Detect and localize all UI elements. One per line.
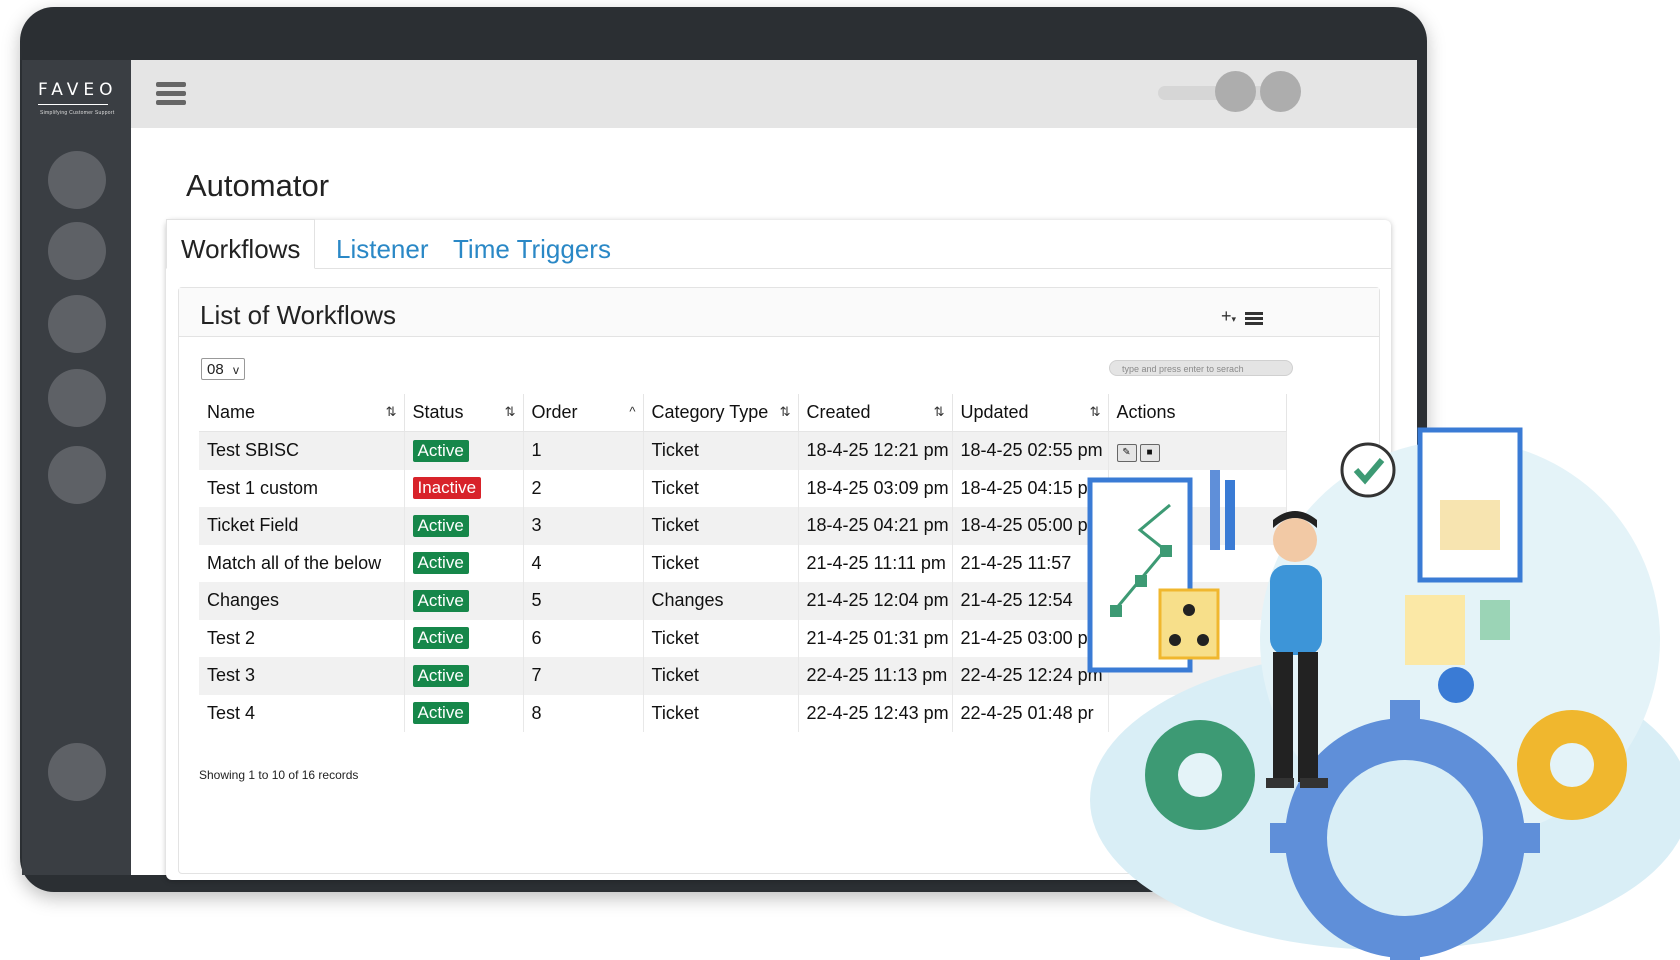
- sort-icon: ⇅: [504, 404, 516, 419]
- green-gear-icon: [1145, 720, 1255, 830]
- cell-created: 18-4-25 12:21 pm: [798, 431, 953, 470]
- cell-status: Active: [404, 507, 524, 545]
- cell-name: Test 3: [199, 657, 405, 695]
- app-tagline: Simplifying Customer Support: [40, 110, 115, 116]
- cell-status: Active: [404, 619, 524, 657]
- cell-order: 8: [523, 694, 644, 732]
- sidebar-item-2[interactable]: [48, 222, 106, 280]
- sort-ascending-icon: ^: [629, 404, 635, 419]
- app-logo: FAVEO: [38, 80, 118, 100]
- tab-time-triggers[interactable]: Time Triggers: [453, 220, 611, 268]
- sort-icon: ⇅: [933, 404, 945, 419]
- column-header-status[interactable]: Status ⇅: [404, 394, 524, 432]
- cell-created: 21-4-25 11:11 pm: [798, 544, 953, 582]
- sidebar-item-bottom[interactable]: [48, 743, 106, 801]
- cell-name: Changes: [199, 582, 405, 620]
- top-header: [131, 60, 1417, 128]
- status-badge: Active: [412, 589, 469, 612]
- cell-category: Ticket: [643, 544, 799, 582]
- checkmark-icon: [1340, 442, 1396, 498]
- tab-bar: Workflows Listener Time Triggers: [166, 219, 1391, 269]
- status-badge: Active: [412, 552, 469, 575]
- cell-category: Ticket: [643, 431, 799, 470]
- status-badge: Active: [412, 627, 469, 650]
- cell-order: 3: [523, 507, 644, 545]
- sidebar-item-1[interactable]: [48, 151, 106, 209]
- sidebar-item-5[interactable]: [48, 446, 106, 504]
- plus-dropdown-icon[interactable]: +▾: [1221, 306, 1236, 327]
- status-badge: Active: [412, 702, 469, 725]
- sort-icon: ⇅: [1089, 404, 1101, 419]
- sidebar-item-3[interactable]: [48, 295, 106, 353]
- cell-status: Inactive: [404, 469, 524, 507]
- cell-created: 22-4-25 12:43 pm: [798, 694, 953, 732]
- cell-created: 21-4-25 01:31 pm: [798, 619, 953, 657]
- status-badge: Active: [412, 664, 469, 687]
- sidebar-item-4[interactable]: [48, 369, 106, 427]
- column-header-category-type[interactable]: Category Type ⇅: [643, 394, 799, 432]
- search-input[interactable]: type and press enter to serach: [1109, 360, 1293, 376]
- hamburger-icon[interactable]: [156, 82, 186, 105]
- sort-icon: ⇅: [385, 404, 397, 419]
- cell-order: 5: [523, 582, 644, 620]
- cell-category: Changes: [643, 582, 799, 620]
- cell-created: 21-4-25 12:04 pm: [798, 582, 953, 620]
- cell-category: Ticket: [643, 657, 799, 695]
- page-size-select[interactable]: 08 v: [201, 358, 245, 380]
- cell-order: 7: [523, 657, 644, 695]
- cell-status: Active: [404, 694, 524, 732]
- cell-status: Active: [404, 657, 524, 695]
- cell-category: Ticket: [643, 694, 799, 732]
- column-header-created[interactable]: Created ⇅: [798, 394, 953, 432]
- cell-created: 18-4-25 04:21 pm: [798, 507, 953, 545]
- cell-name: Test 2: [199, 619, 405, 657]
- cell-created: 22-4-25 11:13 pm: [798, 657, 953, 695]
- hierarchy-icon: [1158, 588, 1220, 660]
- status-badge: Active: [412, 439, 469, 462]
- cell-order: 2: [523, 469, 644, 507]
- cell-name: Match all of the below: [199, 544, 405, 582]
- user-avatar[interactable]: [1260, 71, 1301, 112]
- records-summary: Showing 1 to 10 of 16 records: [199, 768, 359, 782]
- logo-divider: [38, 104, 108, 105]
- sort-icon: ⇅: [779, 404, 791, 419]
- panel-header: List of Workflows +▾: [179, 288, 1379, 337]
- automation-illustration: [1087, 427, 1680, 960]
- cell-order: 4: [523, 544, 644, 582]
- yellow-gear-icon: [1517, 710, 1627, 820]
- cell-status: Active: [404, 544, 524, 582]
- cell-name: Test 4: [199, 694, 405, 732]
- status-badge: Inactive: [412, 477, 482, 500]
- cell-order: 1: [523, 431, 644, 470]
- status-badge: Active: [412, 514, 469, 537]
- tab-workflows[interactable]: Workflows: [166, 219, 316, 269]
- column-header-order[interactable]: Order ^: [523, 394, 644, 432]
- cell-name: Ticket Field: [199, 507, 405, 545]
- cell-category: Ticket: [643, 469, 799, 507]
- arrow-up-icon: [1210, 470, 1235, 550]
- cell-status: Active: [404, 582, 524, 620]
- cell-name: Test 1 custom: [199, 469, 405, 507]
- sidebar: FAVEO Simplifying Customer Support: [22, 60, 131, 875]
- column-header-name[interactable]: Name ⇅: [199, 394, 405, 432]
- cell-category: Ticket: [643, 619, 799, 657]
- cell-order: 6: [523, 619, 644, 657]
- list-icon[interactable]: [1245, 310, 1263, 331]
- cell-name: Test SBISC: [199, 431, 405, 470]
- cell-category: Ticket: [643, 507, 799, 545]
- chart-panel-icon: [1417, 427, 1523, 583]
- cell-status: Active: [404, 431, 524, 470]
- chevron-down-icon: v: [233, 363, 239, 377]
- panel-title: List of Workflows: [200, 300, 397, 330]
- notification-avatar[interactable]: [1215, 71, 1256, 112]
- tab-listener[interactable]: Listener: [336, 220, 429, 268]
- page-title: Automator: [186, 168, 330, 203]
- cell-created: 18-4-25 03:09 pm: [798, 469, 953, 507]
